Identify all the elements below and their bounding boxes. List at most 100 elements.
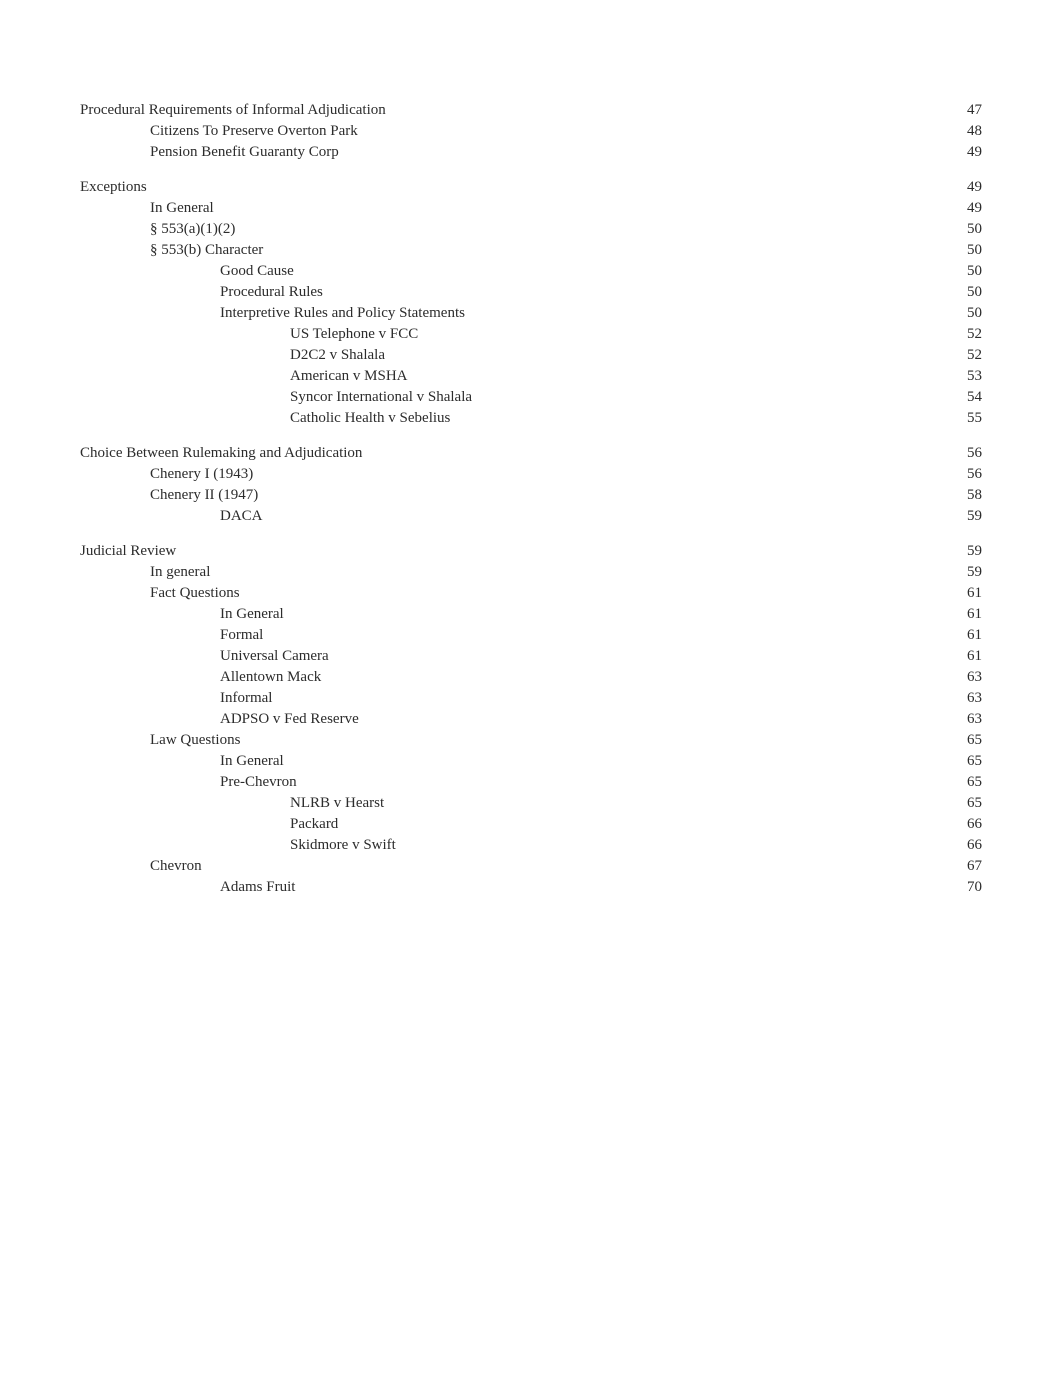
toc-label-cell-adpso-fed-reserve: ADPSO v Fed Reserve [80,709,847,730]
toc-page-cell-553b-character: 50 [847,240,982,261]
toc-row-us-telephone: US Telephone v FCC52 [80,324,982,345]
toc-label-cell-in-general-fact: In General [80,604,847,625]
toc-page-cell-chevron: 67 [847,856,982,877]
toc-label-cell-pre-chevron: Pre-Chevron [80,772,847,793]
toc-page-cell-citizens-preserve: 48 [847,121,982,142]
toc-label-cell-american-msha: American v MSHA [80,366,847,387]
toc-page-cell-in-general-law: 65 [847,751,982,772]
toc-label-cell-syncor-shalala: Syncor International v Shalala [80,387,847,408]
toc-label-cell-procedural-rules: Procedural Rules [80,282,847,303]
toc-label-cell-skidmore-swift: Skidmore v Swift [80,835,847,856]
toc-page-cell-pension-benefit: 49 [847,142,982,163]
toc-page-cell-procedural-requirements: 47 [847,100,982,121]
toc-page-cell-packard: 66 [847,814,982,835]
toc-row-catholic-health: Catholic Health v Sebelius55 [80,408,982,429]
toc-row-in-general-exceptions: In General49 [80,198,982,219]
toc-label-cell-allentown-mack: Allentown Mack [80,667,847,688]
toc-page-cell-procedural-rules: 50 [847,282,982,303]
toc-label-cell-chenery-ii: Chenery II (1947) [80,485,847,506]
toc-label-cell-law-questions: Law Questions [80,730,847,751]
toc-page-cell-pre-chevron: 65 [847,772,982,793]
toc-page-cell-choice-between: 56 [847,443,982,464]
toc-row-553a12: § 553(a)(1)(2)50 [80,219,982,240]
toc-label-cell-chevron: Chevron [80,856,847,877]
toc-row-exceptions: Exceptions49 [80,177,982,198]
toc-row-in-general-law: In General65 [80,751,982,772]
toc-label-cell-catholic-health: Catholic Health v Sebelius [80,408,847,429]
toc-row-553b-character: § 553(b) Character50 [80,240,982,261]
toc-container: Procedural Requirements of Informal Adju… [80,100,982,898]
toc-label-cell-interpretive-rules: Interpretive Rules and Policy Statements [80,303,847,324]
toc-row-in-general-fact: In General61 [80,604,982,625]
toc-row-chenery-i: Chenery I (1943)56 [80,464,982,485]
toc-label-cell-formal: Formal [80,625,847,646]
toc-row-citizens-preserve: Citizens To Preserve Overton Park48 [80,121,982,142]
toc-row-judicial-review: Judicial Review59 [80,541,982,562]
toc-row-informal: Informal63 [80,688,982,709]
toc-row-interpretive-rules: Interpretive Rules and Policy Statements… [80,303,982,324]
toc-label-cell-citizens-preserve: Citizens To Preserve Overton Park [80,121,847,142]
toc-row-american-msha: American v MSHA53 [80,366,982,387]
toc-row-procedural-requirements: Procedural Requirements of Informal Adju… [80,100,982,121]
toc-page-cell-syncor-shalala: 54 [847,387,982,408]
toc-page-cell-exceptions: 49 [847,177,982,198]
toc-row-chevron: Chevron67 [80,856,982,877]
toc-page-cell-judicial-review: 59 [847,541,982,562]
toc-label-cell-d2c2-shalala: D2C2 v Shalala [80,345,847,366]
toc-page-cell-in-general-exceptions: 49 [847,198,982,219]
toc-row-in-general-judicial: In general59 [80,562,982,583]
toc-spacer [80,163,982,177]
toc-table: Procedural Requirements of Informal Adju… [80,100,982,898]
toc-label-cell-us-telephone: US Telephone v FCC [80,324,847,345]
toc-row-packard: Packard66 [80,814,982,835]
toc-page-cell-nlrb-hearst: 65 [847,793,982,814]
toc-label-cell-choice-between: Choice Between Rulemaking and Adjudicati… [80,443,847,464]
toc-page-cell-us-telephone: 52 [847,324,982,345]
toc-label-cell-nlrb-hearst: NLRB v Hearst [80,793,847,814]
toc-page-cell-chenery-ii: 58 [847,485,982,506]
toc-row-adams-fruit: Adams Fruit70 [80,877,982,898]
toc-row-fact-questions: Fact Questions61 [80,583,982,604]
toc-label-cell-procedural-requirements: Procedural Requirements of Informal Adju… [80,100,847,121]
toc-row-good-cause: Good Cause50 [80,261,982,282]
toc-page-cell-daca: 59 [847,506,982,527]
toc-label-cell-packard: Packard [80,814,847,835]
toc-page-cell-in-general-fact: 61 [847,604,982,625]
toc-row-law-questions: Law Questions65 [80,730,982,751]
toc-label-cell-553b-character: § 553(b) Character [80,240,847,261]
toc-label-cell-in-general-judicial: In general [80,562,847,583]
toc-row-procedural-rules: Procedural Rules50 [80,282,982,303]
toc-page-cell-chenery-i: 56 [847,464,982,485]
toc-page-cell-adams-fruit: 70 [847,877,982,898]
toc-label-cell-553a12: § 553(a)(1)(2) [80,219,847,240]
toc-row-pension-benefit: Pension Benefit Guaranty Corp49 [80,142,982,163]
toc-row-universal-camera: Universal Camera61 [80,646,982,667]
toc-page-cell-catholic-health: 55 [847,408,982,429]
toc-page-cell-skidmore-swift: 66 [847,835,982,856]
toc-row-nlrb-hearst: NLRB v Hearst65 [80,793,982,814]
toc-row-pre-chevron: Pre-Chevron65 [80,772,982,793]
toc-page-cell-interpretive-rules: 50 [847,303,982,324]
toc-label-cell-pension-benefit: Pension Benefit Guaranty Corp [80,142,847,163]
toc-page-cell-553a12: 50 [847,219,982,240]
toc-page-cell-american-msha: 53 [847,366,982,387]
toc-label-cell-universal-camera: Universal Camera [80,646,847,667]
toc-page-cell-law-questions: 65 [847,730,982,751]
toc-row-syncor-shalala: Syncor International v Shalala54 [80,387,982,408]
toc-page-cell-good-cause: 50 [847,261,982,282]
toc-label-cell-good-cause: Good Cause [80,261,847,282]
toc-page-cell-d2c2-shalala: 52 [847,345,982,366]
toc-page-cell-in-general-judicial: 59 [847,562,982,583]
toc-page-cell-allentown-mack: 63 [847,667,982,688]
toc-label-cell-exceptions: Exceptions [80,177,847,198]
toc-spacer [80,429,982,443]
toc-label-cell-informal: Informal [80,688,847,709]
toc-label-cell-in-general-law: In General [80,751,847,772]
toc-row-allentown-mack: Allentown Mack63 [80,667,982,688]
toc-row-skidmore-swift: Skidmore v Swift66 [80,835,982,856]
toc-label-cell-in-general-exceptions: In General [80,198,847,219]
toc-row-daca: DACA59 [80,506,982,527]
toc-page-cell-fact-questions: 61 [847,583,982,604]
toc-label-cell-adams-fruit: Adams Fruit [80,877,847,898]
toc-row-adpso-fed-reserve: ADPSO v Fed Reserve63 [80,709,982,730]
